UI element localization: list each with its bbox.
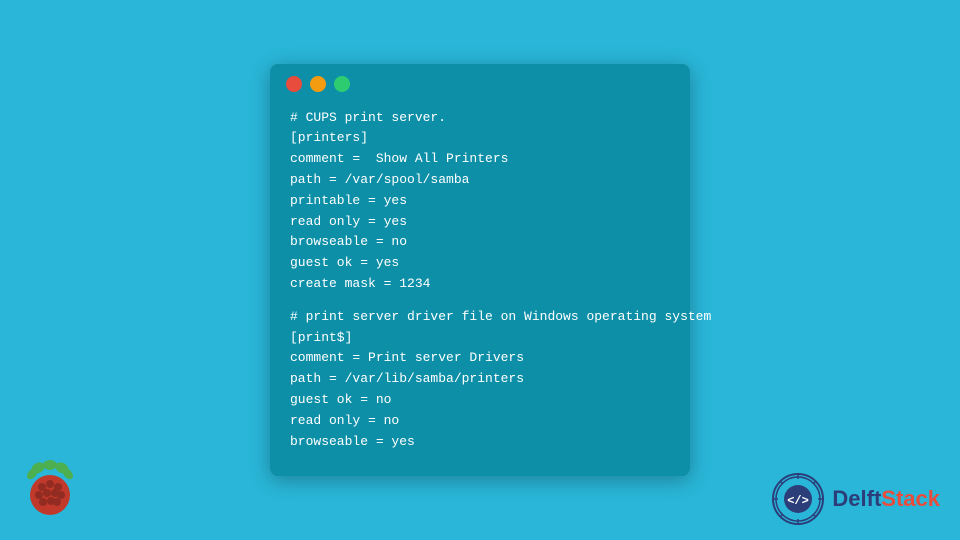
line-15: read only = no [290,411,670,432]
delftstack-logo: </> DelftStack [772,473,940,525]
terminal-window: # CUPS print server. [printers] comment … [270,64,690,477]
maximize-button[interactable] [334,76,350,92]
line-6: read only = yes [290,212,670,233]
line-1: # CUPS print server. [290,108,670,129]
stack-label: Stack [881,486,940,511]
delft-icon: </> [772,473,824,525]
line-4: path = /var/spool/samba [290,170,670,191]
line-11: [print$] [290,328,670,349]
line-9: create mask = 1234 [290,274,670,295]
svg-text:</>: </> [788,494,810,508]
line-2: [printers] [290,128,670,149]
line-7: browseable = no [290,232,670,253]
line-3: comment = Show All Printers [290,149,670,170]
terminal-content: # CUPS print server. [printers] comment … [270,104,690,477]
raspberry-pi-logo [20,460,80,520]
minimize-button[interactable] [310,76,326,92]
delft-label: Delft [832,486,881,511]
line-14: guest ok = no [290,390,670,411]
line-12: comment = Print server Drivers [290,348,670,369]
line-10: # print server driver file on Windows op… [290,307,670,328]
delftstack-text: DelftStack [832,486,940,512]
line-13: path = /var/lib/samba/printers [290,369,670,390]
title-bar [270,64,690,104]
line-8: guest ok = yes [290,253,670,274]
line-5: printable = yes [290,191,670,212]
close-button[interactable] [286,76,302,92]
line-16: browseable = yes [290,432,670,453]
